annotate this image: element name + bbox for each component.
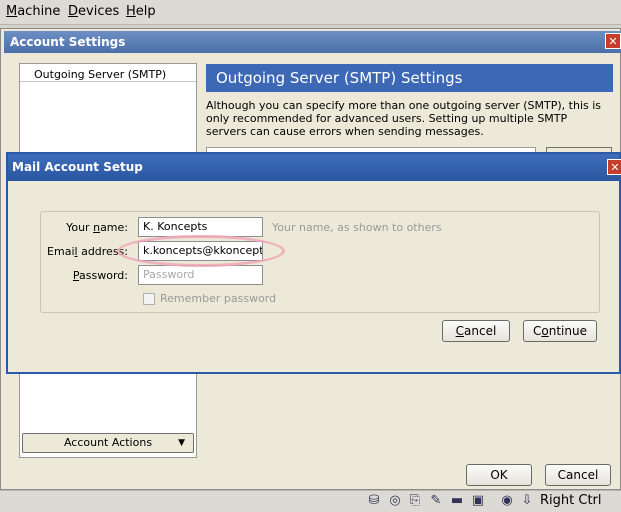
tree-separator <box>20 81 196 82</box>
password-label: Password: <box>72 269 128 282</box>
mail-setup-close-icon[interactable]: ✕ <box>607 159 621 175</box>
name-input[interactable]: K. Koncepts <box>138 217 263 237</box>
disk-icon[interactable]: ⛁ <box>366 493 382 509</box>
account-actions-button[interactable]: Account Actions ▼ <box>22 433 194 453</box>
account-settings-close-icon[interactable]: ✕ <box>605 33 621 49</box>
menu-devices[interactable]: Devices <box>68 4 119 19</box>
dropdown-arrow-icon: ▼ <box>178 438 185 448</box>
name-hint: Your name, as shown to others <box>272 221 442 234</box>
account-settings-cancel-button[interactable]: Cancel <box>545 464 611 486</box>
menu-help[interactable]: Help <box>126 4 156 19</box>
tree-item-outgoing-server[interactable]: Outgoing Server (SMTP) <box>34 68 166 81</box>
email-highlight-annotation <box>117 235 285 267</box>
vm-statusbar: ⛁ ◎ ⎘ ✎ ▬ ▣ ◉ ⇩ Right Ctrl <box>0 490 621 512</box>
arrow-down-icon[interactable]: ⇩ <box>519 493 535 509</box>
usb-icon[interactable]: ⎘ <box>407 493 423 509</box>
continue-button[interactable]: Continue <box>523 320 597 342</box>
host-key-label: Right Ctrl <box>540 493 602 508</box>
display-icon[interactable]: ▣ <box>470 493 486 509</box>
cancel-button[interactable]: Cancel <box>442 320 510 342</box>
remember-password-checkbox[interactable] <box>143 293 155 305</box>
name-label: Your name: <box>66 221 128 234</box>
ok-button[interactable]: OK <box>466 464 532 486</box>
smtp-description: Although you can specify more than one o… <box>206 99 602 138</box>
folder-icon[interactable]: ▬ <box>449 493 465 509</box>
password-input[interactable]: Password <box>138 265 263 285</box>
remember-password-label: Remember password <box>160 292 277 305</box>
menubar: Machine Devices Help <box>0 0 621 25</box>
mail-account-setup-dialog: Mail Account Setup ✕ Your name: K. Konce… <box>6 152 621 374</box>
menu-machine[interactable]: Machine <box>6 4 60 19</box>
account-settings-title: Account Settings <box>4 31 621 53</box>
mail-setup-title: Mail Account Setup <box>8 154 619 181</box>
cd-icon[interactable]: ◎ <box>387 493 403 509</box>
edit-icon[interactable]: ✎ <box>428 493 444 509</box>
account-actions-label: Account Actions <box>63 436 153 449</box>
network-icon[interactable]: ◉ <box>499 493 515 509</box>
smtp-settings-header: Outgoing Server (SMTP) Settings <box>206 64 613 92</box>
email-label: Email address: <box>47 245 128 258</box>
